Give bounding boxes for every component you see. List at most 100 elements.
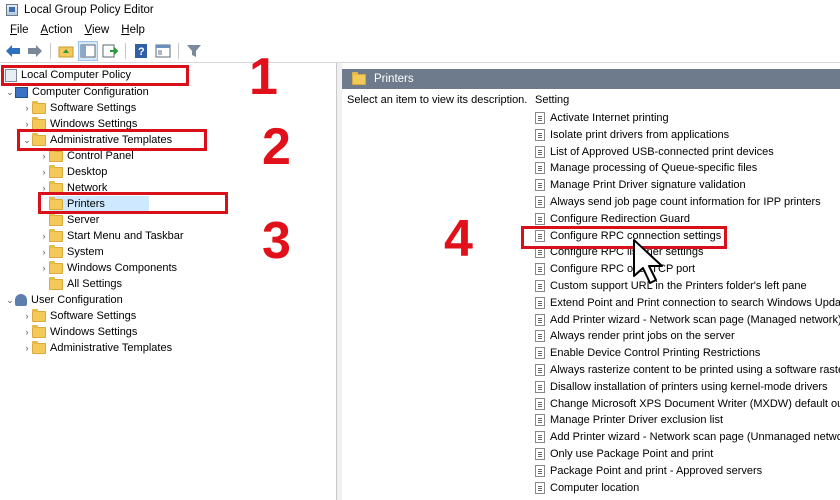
chevron-down-icon[interactable]: ⌄	[5, 295, 15, 306]
folder-icon	[49, 212, 63, 226]
setting-label: Manage Print Driver signature validation	[550, 179, 746, 192]
chevron-right-icon[interactable]: ›	[39, 151, 49, 161]
setting-row[interactable]: List of Approved USB-connected print dev…	[535, 144, 840, 160]
setting-column-header[interactable]: Setting	[535, 94, 569, 106]
tree-item-system[interactable]: › System	[39, 244, 104, 260]
setting-row[interactable]: Package Point and print - Approved serve…	[535, 463, 840, 479]
tree-item-user-administrative-templates[interactable]: › Administrative Templates	[22, 340, 172, 356]
setting-row[interactable]: Disallow installation of printers using …	[535, 379, 840, 395]
setting-row[interactable]: Custom support URL in the Printers folde…	[535, 278, 840, 294]
chevron-right-icon[interactable]: ›	[39, 263, 49, 273]
chevron-right-icon[interactable]: ›	[22, 103, 32, 113]
setting-row[interactable]: Always rasterize content to be printed u…	[535, 362, 840, 378]
setting-row[interactable]: Manage processing of Queue-specific file…	[535, 160, 840, 176]
svg-text:?: ?	[138, 46, 145, 58]
setting-label: Isolate print drivers from applications	[550, 128, 730, 141]
setting-label: Package Point and print - Approved serve…	[550, 464, 763, 477]
tree-item-user-windows-settings[interactable]: › Windows Settings	[22, 324, 137, 340]
tree-item-desktop[interactable]: › Desktop	[39, 164, 107, 180]
policy-setting-icon	[535, 330, 545, 343]
chevron-right-icon[interactable]: ›	[22, 343, 32, 353]
policy-setting-icon	[535, 179, 545, 192]
properties-icon[interactable]	[153, 41, 173, 61]
up-folder-icon[interactable]	[56, 41, 76, 61]
policy-setting-icon	[535, 464, 545, 477]
highlight-box-printers	[38, 192, 228, 214]
setting-row[interactable]: Computer location	[535, 480, 840, 496]
tree-item-user-software-settings[interactable]: › Software Settings	[22, 308, 136, 324]
details-title: Printers	[374, 73, 414, 85]
policy-setting-icon	[535, 145, 545, 158]
menu-view[interactable]: View	[79, 24, 116, 36]
back-arrow-icon[interactable]	[3, 41, 23, 61]
computer-icon	[15, 86, 28, 98]
setting-row[interactable]: Manage Printer Driver exclusion list	[535, 412, 840, 428]
menu-help[interactable]: Help	[115, 24, 151, 36]
tree-item-software-settings[interactable]: › Software Settings	[22, 100, 136, 116]
setting-label: Always rasterize content to be printed u…	[550, 364, 840, 376]
setting-row[interactable]: Configure RPC over TCP port	[535, 261, 840, 277]
chevron-right-icon[interactable]: ›	[22, 311, 32, 321]
tree-item-user-configuration[interactable]: ⌄ User Configuration	[5, 292, 123, 308]
setting-row[interactable]: Activate Internet printing	[535, 110, 840, 126]
folder-icon	[32, 324, 46, 338]
user-icon	[15, 294, 27, 306]
tree-item-start-menu[interactable]: › Start Menu and Taskbar	[39, 228, 184, 244]
folder-icon	[32, 340, 46, 354]
policy-setting-icon	[535, 431, 545, 444]
setting-row[interactable]: Extend Point and Print connection to sea…	[535, 295, 840, 311]
description-text: Select an item to view its description.	[347, 94, 528, 106]
setting-row[interactable]: Change Microsoft XPS Document Writer (MX…	[535, 396, 840, 412]
chevron-right-icon[interactable]: ›	[39, 167, 49, 177]
chevron-right-icon[interactable]: ›	[39, 247, 49, 257]
setting-row[interactable]: Add Printer wizard - Network scan page (…	[535, 429, 840, 445]
forward-arrow-icon[interactable]	[25, 41, 45, 61]
highlight-box-configure-rpc	[521, 226, 727, 249]
setting-label: Manage processing of Queue-specific file…	[550, 162, 758, 175]
tree-item-computer-configuration[interactable]: ⌄ Computer Configuration	[5, 84, 149, 100]
chevron-down-icon[interactable]: ⌄	[5, 87, 15, 98]
chevron-right-icon[interactable]: ›	[22, 327, 32, 337]
setting-label: Always send job page count information f…	[550, 196, 821, 208]
policy-setting-icon	[535, 347, 545, 360]
window-title: Local Group Policy Editor	[24, 4, 154, 16]
step-number-4: 4	[444, 210, 473, 268]
setting-row[interactable]: Enable Device Control Printing Restricti…	[535, 345, 840, 361]
tree-label: System	[67, 246, 104, 258]
setting-label: Disallow installation of printers using …	[550, 380, 828, 393]
tree-label: Windows Settings	[50, 326, 138, 338]
tree-label: Computer Configuration	[32, 86, 149, 98]
setting-row[interactable]: Always send job page count information f…	[535, 194, 840, 210]
setting-row[interactable]: Configure Redirection Guard	[535, 211, 840, 227]
chevron-right-icon[interactable]: ›	[22, 119, 32, 129]
menu-file[interactable]: File	[4, 24, 35, 36]
tree-item-windows-components[interactable]: › Windows Components	[39, 260, 177, 276]
setting-row[interactable]: Only use Package Point and print	[535, 446, 840, 462]
tree-item-server[interactable]: Server	[49, 212, 99, 228]
policy-setting-icon	[535, 397, 545, 410]
setting-label: Change Microsoft XPS Document Writer (MX…	[550, 397, 840, 410]
setting-row[interactable]: Isolate print drivers from applications	[535, 127, 840, 143]
folder-icon	[49, 148, 63, 162]
help-icon[interactable]: ?	[131, 41, 151, 61]
export-list-icon[interactable]	[100, 41, 120, 61]
setting-row[interactable]: Manage Print Driver signature validation	[535, 177, 840, 193]
setting-label: Add Printer wizard - Network scan page (…	[550, 313, 840, 326]
chevron-right-icon[interactable]: ›	[39, 231, 49, 241]
tree-label: Start Menu and Taskbar	[67, 230, 184, 242]
policy-setting-icon	[535, 128, 545, 141]
setting-label: Custom support URL in the Printers folde…	[550, 280, 807, 292]
policy-setting-icon	[535, 196, 545, 208]
setting-row[interactable]: Always render print jobs on the server	[535, 328, 840, 344]
filter-icon[interactable]	[184, 41, 204, 61]
setting-row[interactable]: Add Printer wizard - Network scan page (…	[535, 312, 840, 328]
highlight-box-administrative-templates	[17, 129, 207, 151]
toolbar-divider	[178, 42, 179, 59]
details-header: Printers	[342, 69, 840, 89]
toolbar-divider	[50, 42, 51, 59]
show-hide-tree-icon[interactable]	[78, 40, 98, 61]
tree-item-all-settings[interactable]: All Settings	[49, 276, 122, 292]
setting-label: Add Printer wizard - Network scan page (…	[550, 431, 840, 444]
menu-action[interactable]: Action	[35, 24, 79, 36]
folder-icon	[32, 308, 46, 322]
